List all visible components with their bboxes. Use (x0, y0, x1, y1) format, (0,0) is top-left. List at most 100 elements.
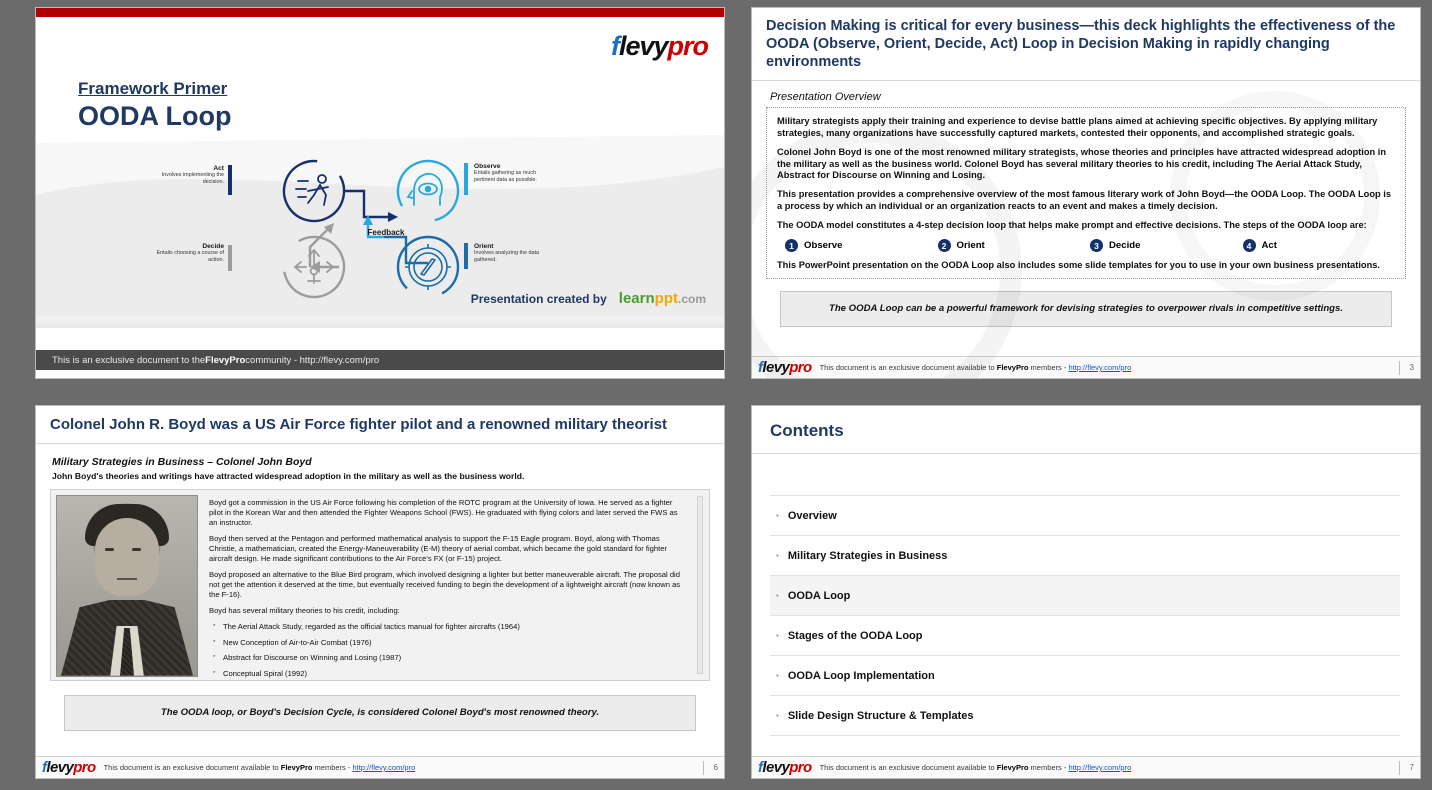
toc-item-military-strategies[interactable]: ▪ Military Strategies in Business (770, 536, 1400, 577)
slide3-callout: The OODA loop, or Boyd's Decision Cycle,… (64, 694, 696, 731)
logo-part-levy: levy (618, 31, 669, 61)
node-desc-act: Involves implementing the decision. (161, 172, 224, 185)
toc-item-implementation[interactable]: ▪ OODA Loop Implementation (770, 656, 1400, 697)
panel-scrollbar[interactable] (697, 495, 703, 674)
flevypro-footer-logo: flevypro (758, 360, 812, 375)
node-tick-decide (228, 245, 232, 271)
boyd-info-panel: Boyd got a commission in the US Air Forc… (50, 488, 710, 681)
footer-note-mid: members - (1028, 763, 1069, 772)
slide-number: 6 (702, 760, 718, 775)
ooda-step-act: 4 Act (1242, 239, 1396, 253)
footer-note-mid: members - (312, 763, 353, 772)
footer-note: This document is an exclusive document a… (820, 363, 1132, 372)
step-badge-3: 3 (1090, 239, 1103, 253)
slide-contents[interactable]: Contents ▪ Overview ▪ Military Strategie… (752, 406, 1420, 778)
flevypro-footer-logo: flevypro (42, 760, 96, 775)
bullet-icon: ▪ (776, 710, 779, 720)
toc-item-stages[interactable]: ▪ Stages of the OODA Loop (770, 616, 1400, 657)
node-tick-act (228, 165, 232, 195)
footer-note-brand: FlevyPro (996, 763, 1029, 772)
step-label-1: Observe (804, 240, 843, 252)
strip-text-pre: This is an exclusive document to the (52, 354, 206, 366)
node-label-decide: Decide (202, 243, 224, 250)
node-desc-orient: Involves analyzing the data gathered. (474, 250, 540, 263)
ooda-loop-diagram: Feedback Act Involves implementing the d… (157, 147, 539, 307)
ooda-step-decide: 3 Decide (1090, 239, 1243, 253)
bullet-icon: ▪ (776, 510, 779, 520)
footer-note-pre: This document is an exclusive document a… (103, 763, 281, 772)
slide3-footer: flevypro This document is an exclusive d… (36, 756, 724, 778)
learnppt-logo: learnppt.com (618, 290, 706, 307)
logo-part-f: f (610, 31, 620, 61)
slide2-footer: flevypro This document is an exclusive d… (752, 356, 1420, 378)
toc-item-slide-design[interactable]: ▪ Slide Design Structure & Templates (770, 696, 1400, 737)
diagram-node-orient: Orient Involves analyzing the data gathe… (474, 243, 556, 263)
node-label-observe: Observe (474, 163, 501, 170)
boyd-paragraph-2: Boyd then served at the Pentagon and per… (209, 533, 667, 563)
slide-presentation-overview[interactable]: Decision Making is critical for every bu… (752, 8, 1420, 378)
slide3-body: Military Strategies in Business – Colone… (36, 444, 724, 756)
slide-number: 7 (1398, 760, 1414, 775)
overview-paragraph-4: The OODA model constitutes a 4-step deci… (777, 220, 1367, 231)
theory-item-3: Abstract for Discourse on Winning and Lo… (213, 652, 683, 663)
slide2-subtitle: Presentation Overview (770, 90, 881, 103)
footer-logo-levy: levy (762, 359, 790, 376)
diagram-feedback-label: Feedback (368, 228, 405, 237)
created-by-label: Presentation created by (470, 291, 607, 306)
boyd-theories-list: The Aerial Attack Study, regarded as the… (213, 621, 683, 679)
node-label-orient: Orient (474, 243, 494, 250)
toc-label-military-strategies: Military Strategies in Business (787, 549, 948, 562)
boyd-biography-text: Boyd got a commission in the US Air Forc… (207, 496, 687, 679)
slide3-title: Colonel John R. Boyd was a US Air Force … (36, 406, 724, 444)
toc-label-slide-design: Slide Design Structure & Templates (787, 709, 974, 722)
footer-note: This document is an exclusive document a… (820, 763, 1132, 772)
bullet-icon: ▪ (776, 590, 779, 600)
boyd-portrait-photo (57, 495, 197, 676)
slide3-lead: John Boyd's theories and writings have a… (52, 470, 525, 481)
flevypro-footer-logo: flevypro (758, 760, 812, 775)
bullet-icon: ▪ (776, 550, 779, 560)
footer-logo-levy: levy (762, 759, 790, 776)
slide4-title: Contents (752, 406, 1420, 455)
step-badge-4: 4 (1242, 239, 1256, 253)
step-label-2: Orient (956, 240, 985, 252)
learnppt-suffix: .com (677, 292, 706, 306)
strip-text-post: community - http://flevy.com/pro (245, 354, 380, 366)
flevypro-logo: flevypro (610, 31, 709, 61)
slide2-body: Presentation Overview Military strategis… (752, 81, 1420, 378)
strip-brand: FlevyPro (205, 354, 246, 366)
step-badge-1: 1 (785, 239, 798, 253)
toc-item-overview[interactable]: ▪ Overview (770, 496, 1400, 537)
slide-deck-overview: flevypro Framework Primer OODA Loop Feed… (0, 0, 1432, 790)
ooda-steps-list: 1 Observe 2 Orient 3 Decide 4 Act (785, 239, 1396, 253)
footer-link[interactable]: http://flevy.com/pro (352, 763, 415, 772)
slide2-title: Decision Making is critical for every bu… (752, 8, 1420, 81)
theory-item-1: The Aerial Attack Study, regarded as the… (213, 621, 683, 632)
overview-paragraph-3: This presentation provides a comprehensi… (777, 189, 1392, 212)
footer-note-brand: FlevyPro (996, 363, 1029, 372)
node-tick-orient (464, 243, 468, 269)
theory-item-4: Conceptual Spiral (1992) (213, 668, 683, 679)
toc-spacer-row (770, 468, 1400, 497)
footer-link[interactable]: http://flevy.com/pro (1068, 363, 1131, 372)
boyd-paragraph-1: Boyd got a commission in the US Air Forc… (209, 497, 678, 527)
red-accent-bar (36, 8, 724, 17)
table-of-contents: ▪ Overview ▪ Military Strategies in Busi… (752, 454, 1420, 737)
footer-note-pre: This document is an exclusive document a… (819, 363, 997, 372)
footer-logo-pro: pro (789, 359, 812, 376)
step-label-3: Decide (1109, 240, 1141, 252)
page-kicker: Framework Primer (78, 79, 228, 98)
toc-label-stages: Stages of the OODA Loop (787, 629, 923, 642)
diagram-node-decide: Decide Entails choosing a course of acti… (148, 243, 224, 263)
overview-paragraph-2: Colonel John Boyd is one of the most ren… (777, 146, 1387, 181)
footer-note-pre: This document is an exclusive document a… (819, 763, 997, 772)
ooda-step-observe: 1 Observe (785, 239, 938, 253)
node-tick-observe (464, 163, 468, 195)
footer-logo-levy: levy (46, 759, 74, 776)
footer-link[interactable]: http://flevy.com/pro (1068, 763, 1131, 772)
slide-title[interactable]: flevypro Framework Primer OODA Loop Feed… (36, 8, 724, 378)
slide-colonel-john-boyd[interactable]: Colonel John R. Boyd was a US Air Force … (36, 406, 724, 778)
theory-item-2: New Conception of Air-to-Air Combat (197… (213, 637, 683, 648)
toc-item-ooda-loop[interactable]: ▪ OODA Loop (770, 576, 1400, 617)
toc-label-ooda-loop: OODA Loop (787, 589, 851, 602)
